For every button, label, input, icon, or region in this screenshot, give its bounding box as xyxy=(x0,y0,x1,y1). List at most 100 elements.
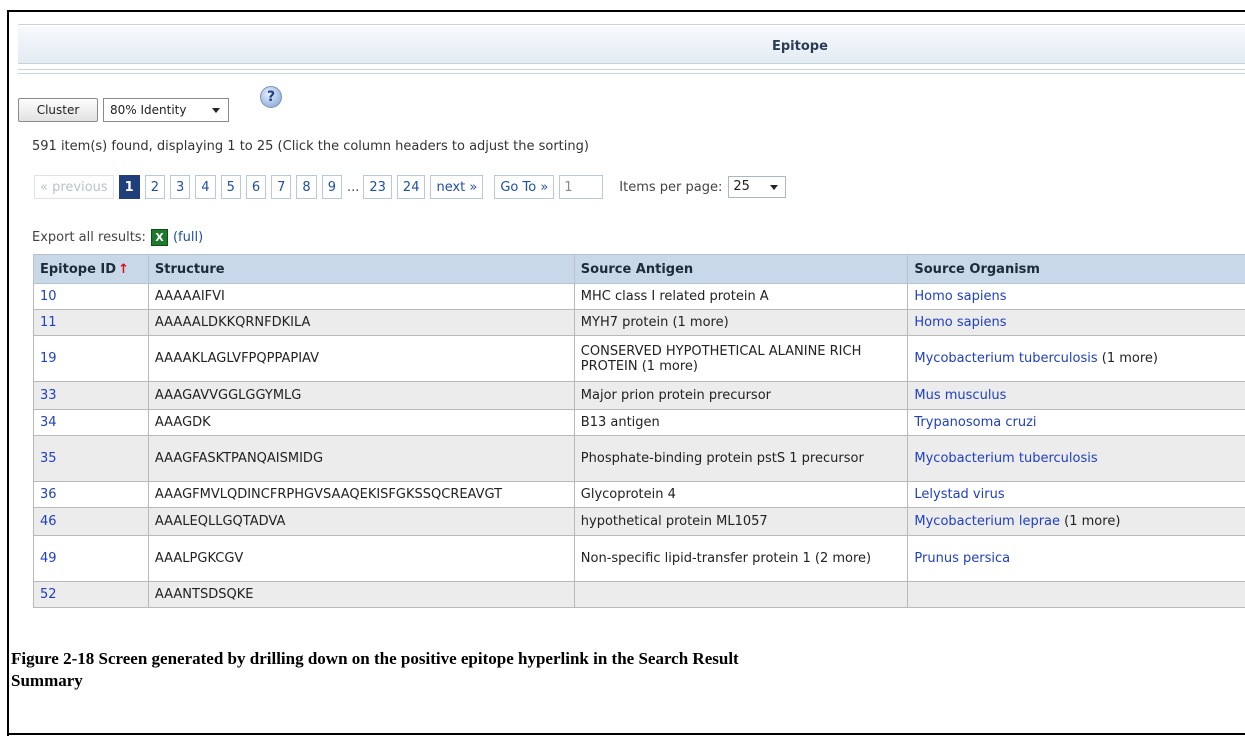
cell-epitope-id: 11 xyxy=(33,309,149,336)
cell-source-antigen: Major prion protein precursor xyxy=(573,381,909,410)
table-row: 34 AAAGDK B13 antigen Trypanosoma cruzi xyxy=(33,409,1245,436)
column-header-label: Epitope ID xyxy=(40,261,117,277)
organism-link[interactable]: Prunus persica xyxy=(914,551,1010,566)
cell-epitope-id: 33 xyxy=(33,381,149,410)
header-rule-bottom xyxy=(18,73,1245,74)
cell-source-organism: Homo sapiens xyxy=(907,283,1245,310)
page-link-2[interactable]: 2 xyxy=(144,175,165,199)
page-link-23[interactable]: 23 xyxy=(363,175,392,199)
epitope-id-link[interactable]: 11 xyxy=(40,315,57,330)
page-link-8[interactable]: 8 xyxy=(296,175,317,199)
cell-epitope-id: 19 xyxy=(33,335,149,382)
epitope-panel: Epitope Cluster 80% Identity ? 591 item(… xyxy=(18,24,1245,645)
cell-structure: AAAGAVVGGLGGYMLG xyxy=(147,381,575,410)
frame-top-border xyxy=(7,10,1245,12)
table-row: 35 AAAGFASKTPANQAISMIDG Phosphate-binding … xyxy=(33,435,1245,482)
cell-structure-text: AAANTSDSQKE xyxy=(154,587,254,602)
cell-source-antigen-text: Phosphate-binding protein pstS 1 precurs… xyxy=(580,451,864,466)
items-per-page-select[interactable]: 25 xyxy=(728,176,787,198)
help-icon[interactable]: ? xyxy=(260,86,282,108)
table-row: 46 AAALEQLLGQTADVA hypothetical protein ML… xyxy=(33,507,1245,536)
table-row: 19 AAAAKLAGLVFPQPPAPIAV CONSERVED HYPOTHET… xyxy=(33,335,1245,382)
page-link-5[interactable]: 5 xyxy=(220,175,241,199)
organism-more-text: (1 more) xyxy=(1064,514,1121,529)
table-row: 52 AAANTSDSQKE xyxy=(33,581,1245,608)
figure-caption: Figure 2-18 Screen generated by drilling… xyxy=(11,648,1243,692)
go-to-page-input[interactable]: 1 xyxy=(559,175,604,199)
results-summary: 591 item(s) found, displaying 1 to 25 (C… xyxy=(32,139,589,154)
epitope-id-link[interactable]: 10 xyxy=(40,289,57,304)
sort-ascending-icon: ↑ xyxy=(118,261,129,277)
cell-source-organism: Mycobacterium tuberculosis xyxy=(907,435,1245,482)
organism-link[interactable]: Lelystad virus xyxy=(914,487,1004,502)
epitope-id-link[interactable]: 52 xyxy=(40,587,57,602)
organism-link[interactable]: Mycobacterium tuberculosis xyxy=(914,351,1097,366)
organism-link[interactable]: Mycobacterium leprae xyxy=(914,514,1060,529)
caption-line-2: Summary xyxy=(11,671,83,690)
cell-structure-text: AAAGAVVGGLGGYMLG xyxy=(154,388,302,403)
cell-source-antigen: MHC class I related protein A xyxy=(573,283,909,310)
page-link-7[interactable]: 7 xyxy=(271,175,292,199)
cell-source-organism: Prunus persica xyxy=(907,535,1245,582)
panel-header: Epitope xyxy=(18,27,1245,64)
frame-left-border xyxy=(7,10,9,736)
table-row: 10 AAAAAIFVI MHC class I related protein A… xyxy=(33,283,1245,310)
cell-source-antigen: Phosphate-binding protein pstS 1 precurs… xyxy=(573,435,909,482)
cell-source-organism: Trypanosoma cruzi xyxy=(907,409,1245,436)
cell-source-organism: Mus musculus xyxy=(907,381,1245,410)
cell-source-organism: Mycobacterium tuberculosis (1 more) xyxy=(907,335,1245,382)
epitope-id-link[interactable]: 46 xyxy=(40,514,57,529)
cell-source-antigen: Non-specific lipid-transfer protein 1 (2… xyxy=(573,535,909,582)
cell-epitope-id: 10 xyxy=(33,283,149,310)
column-header-source-organism[interactable]: Source Organism xyxy=(907,254,1245,284)
epitope-id-link[interactable]: 19 xyxy=(40,351,57,366)
results-table: Epitope ID ↑ Structure Source Antigen Sou… xyxy=(33,254,1245,608)
epitope-id-link[interactable]: 33 xyxy=(40,388,57,403)
excel-export-icon[interactable]: X xyxy=(150,229,168,246)
table-row: 11 AAAAALDKKQRNFDKILA MYH7 protein (1 more… xyxy=(33,309,1245,336)
page-link-6[interactable]: 6 xyxy=(245,175,267,199)
table-row: 49 AAALPGKCGV Non-specific lipid-transfer … xyxy=(33,535,1245,582)
items-per-page-label: Items per page: xyxy=(619,179,723,195)
table-row: 33 AAAGAVVGGLGGYMLG Major prion protein pr… xyxy=(33,381,1245,410)
column-header-structure[interactable]: Structure xyxy=(147,254,575,284)
header-rule-mid xyxy=(18,69,1245,70)
cluster-button[interactable]: Cluster xyxy=(18,98,98,122)
column-header-source-antigen[interactable]: Source Antigen xyxy=(573,254,909,284)
epitope-id-link[interactable]: 49 xyxy=(40,551,57,566)
cell-epitope-id: 52 xyxy=(33,581,149,608)
cell-source-antigen-text: MYH7 protein (1 more) xyxy=(580,315,729,330)
epitope-id-link[interactable]: 36 xyxy=(40,487,57,502)
cell-structure: AAAAALDKKQRNFDKILA xyxy=(147,309,575,336)
page-link-1[interactable]: 1 xyxy=(118,175,140,199)
next-page-button[interactable]: next » xyxy=(430,175,484,199)
page-link-9[interactable]: 9 xyxy=(321,175,342,199)
organism-link[interactable]: Homo sapiens xyxy=(914,315,1006,330)
cell-source-organism xyxy=(907,581,1245,608)
column-header-epitope-id[interactable]: Epitope ID ↑ xyxy=(33,254,149,284)
page-link-4[interactable]: 4 xyxy=(195,175,216,199)
cell-structure: AAAGDK xyxy=(147,409,575,436)
epitope-id-link[interactable]: 34 xyxy=(40,415,57,430)
identity-select[interactable]: 80% Identity xyxy=(103,98,229,122)
cell-source-antigen: MYH7 protein (1 more) xyxy=(573,309,909,336)
page-link-3[interactable]: 3 xyxy=(170,175,191,199)
previous-page-button[interactable]: « previous xyxy=(34,175,114,199)
export-full-link[interactable]: (full) xyxy=(173,230,203,245)
cell-epitope-id: 46 xyxy=(33,507,149,536)
caption-line-1: Figure 2-18 Screen generated by drilling… xyxy=(11,649,739,668)
go-to-button[interactable]: Go To » xyxy=(494,175,555,199)
organism-link[interactable]: Mus musculus xyxy=(914,388,1006,403)
chevron-down-icon xyxy=(212,108,220,113)
cell-source-antigen-text: Non-specific lipid-transfer protein 1 (2… xyxy=(580,551,872,566)
organism-link[interactable]: Mycobacterium tuberculosis xyxy=(914,451,1097,466)
export-row: Export all results: X (full) xyxy=(32,229,203,246)
page-link-24[interactable]: 24 xyxy=(396,175,426,199)
organism-link[interactable]: Homo sapiens xyxy=(914,289,1006,304)
cell-structure: AAAGFASKTPANQAISMIDG xyxy=(147,435,575,482)
cell-source-antigen-text: Major prion protein precursor xyxy=(580,388,771,403)
epitope-id-link[interactable]: 35 xyxy=(40,451,57,466)
organism-link[interactable]: Trypanosoma cruzi xyxy=(914,415,1036,430)
cell-structure-text: AAAAKLAGLVFPQPPAPIAV xyxy=(154,351,319,366)
cell-source-antigen-text: Glycoprotein 4 xyxy=(580,487,676,502)
